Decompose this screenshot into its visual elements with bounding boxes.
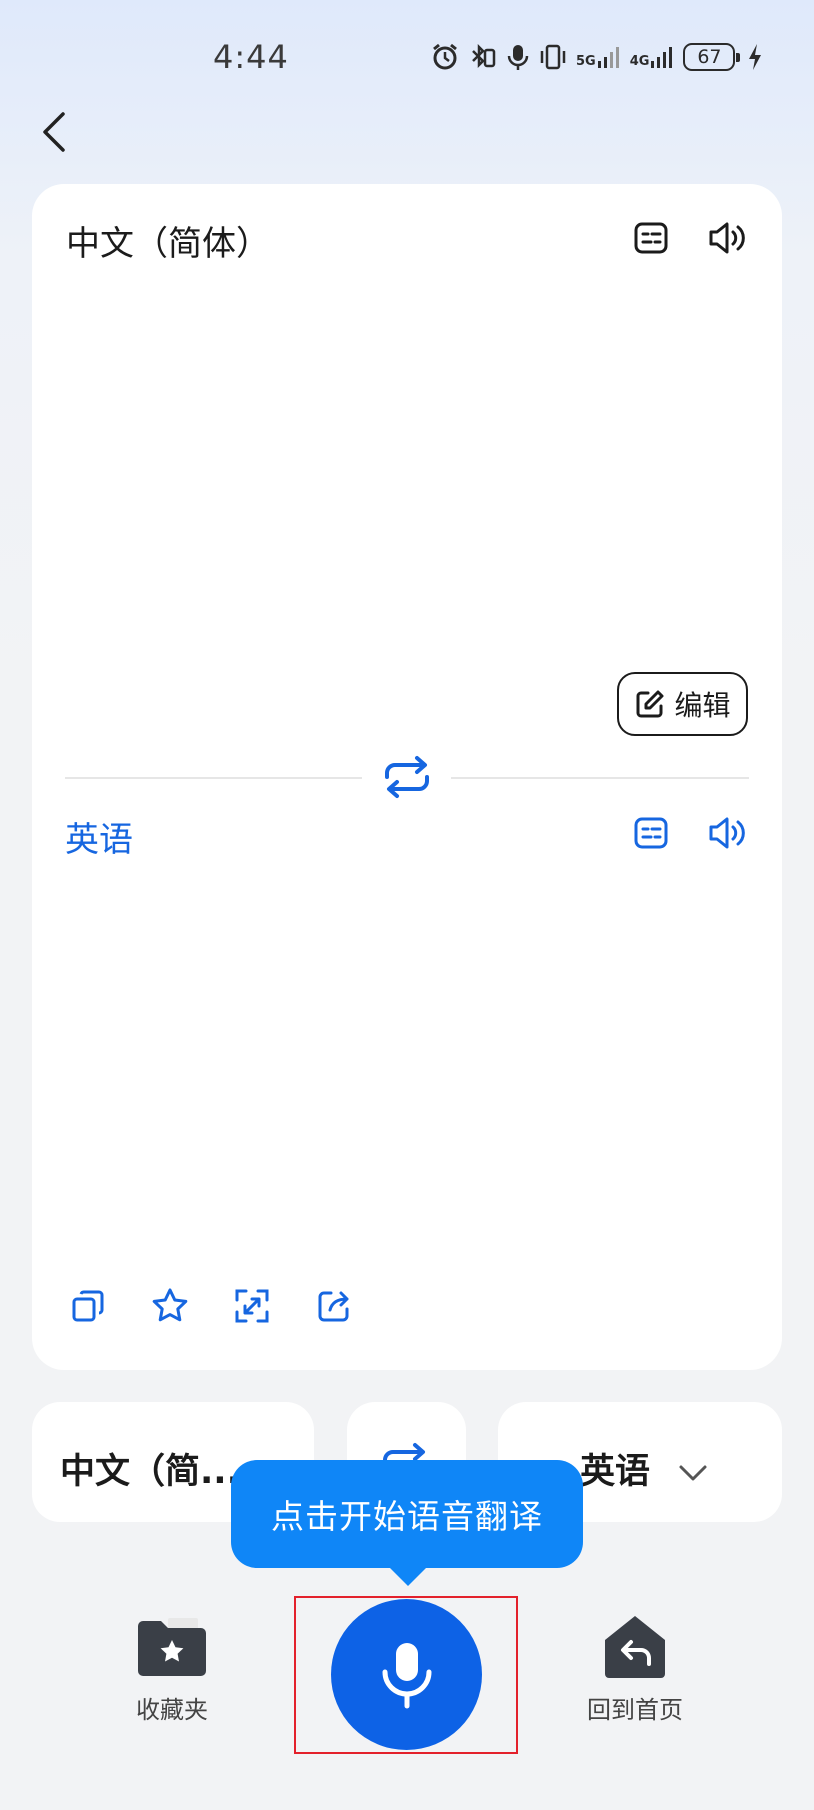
charging-icon: [749, 44, 762, 70]
mic-icon: [507, 45, 529, 70]
favorites-folder-icon: [138, 1618, 206, 1676]
divider: [451, 777, 749, 779]
swap-icon: [385, 756, 429, 798]
back-to-home-button[interactable]: 回到首页: [575, 1612, 695, 1725]
share-icon: [318, 1291, 349, 1322]
status-time: 4:44: [213, 38, 289, 76]
vibrate-icon: [540, 44, 566, 70]
divider: [65, 777, 362, 779]
result-toolbar: [66, 1284, 356, 1328]
favorite-button[interactable]: [148, 1284, 192, 1328]
edit-icon: [636, 690, 664, 718]
fullscreen-button[interactable]: [230, 1284, 274, 1328]
edit-label: 编辑: [674, 689, 731, 722]
target-language-selector-label: 英语: [580, 1443, 708, 1494]
source-language-label: 中文（简体）: [66, 224, 270, 264]
target-speaker-button[interactable]: [704, 810, 750, 856]
target-language-label: 英语: [65, 820, 133, 860]
voice-translate-tooltip: 点击开始语音翻译: [231, 1460, 583, 1568]
subtitles-icon: [634, 817, 668, 849]
chevron-left-icon: [43, 112, 65, 152]
star-icon: [152, 1288, 188, 1322]
signal-5g-icon: 5G: [576, 46, 622, 68]
favorites-button[interactable]: 收藏夹: [112, 1612, 232, 1725]
source-language-selector-label: 中文（简...: [60, 1452, 240, 1492]
copy-icon: [72, 1290, 104, 1322]
mic-icon: [382, 1642, 431, 1708]
favorites-label: 收藏夹: [136, 1696, 208, 1724]
fullscreen-icon: [235, 1289, 269, 1323]
source-subtitles-button[interactable]: [628, 215, 674, 261]
battery-icon: 67: [683, 43, 741, 71]
edit-button[interactable]: 编辑: [617, 672, 748, 736]
bluetooth-icon: [472, 43, 496, 69]
speaker-icon: [709, 222, 745, 254]
target-subtitles-button[interactable]: [628, 810, 674, 856]
status-icons: 5G 4G 67: [430, 40, 763, 74]
home-return-icon: [605, 1616, 665, 1678]
alarm-icon: [433, 43, 457, 70]
back-button[interactable]: [34, 108, 74, 156]
source-speaker-button[interactable]: [704, 215, 750, 261]
swap-languages-button[interactable]: [378, 752, 436, 802]
voice-input-button[interactable]: [331, 1599, 482, 1750]
home-label: 回到首页: [587, 1696, 683, 1724]
battery-level: 67: [697, 46, 722, 68]
tooltip-tail: [388, 1566, 428, 1586]
subtitles-icon: [634, 222, 668, 254]
chevron-down-icon: [679, 1465, 707, 1481]
copy-button[interactable]: [66, 1284, 110, 1328]
target-language-selector-text: 英语: [580, 1452, 651, 1492]
share-button[interactable]: [312, 1284, 356, 1328]
signal-4g-icon: 4G: [630, 46, 676, 68]
speaker-icon: [709, 817, 745, 849]
